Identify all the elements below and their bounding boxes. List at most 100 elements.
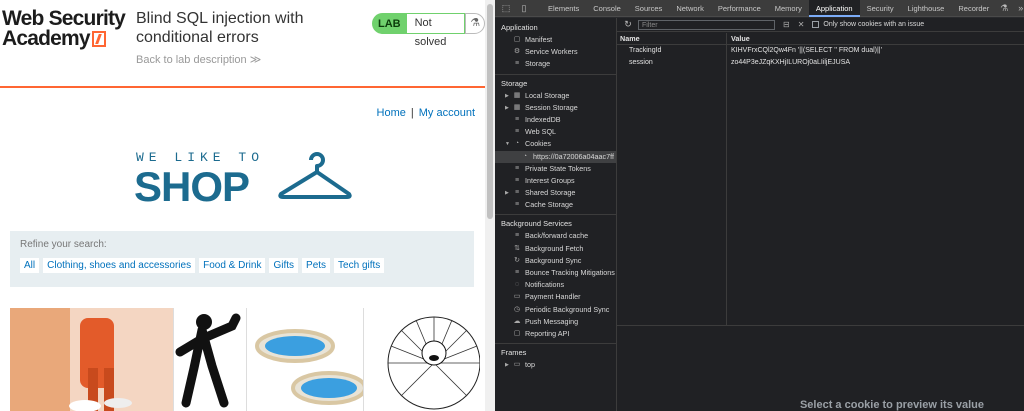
expand-arrow-icon[interactable]: ▶ [505,102,509,114]
flask-icon: ⚗ [465,13,485,34]
sidebar-item-frame-top[interactable]: ▶ ▭ top [495,359,616,371]
only-issues-checkbox[interactable] [812,21,820,28]
service-workers-label: Service Workers [525,47,578,57]
inspect-element-icon[interactable]: ⬚ [499,2,513,14]
tab-network[interactable]: Network [669,0,711,17]
sidebar-item-reporting-api[interactable]: ▢ Reporting API [495,328,616,340]
database-icon: ≡ [514,60,520,68]
product-image-1[interactable] [10,308,174,411]
product-grid [10,308,480,411]
product-image-2[interactable] [174,308,247,411]
more-tabs-icon[interactable]: » [1018,3,1023,13]
database-icon: ≡ [514,115,520,123]
sidebar-item-web-sql[interactable]: ≡ Web SQL [495,126,616,138]
delete-icon[interactable]: ✕ [798,20,805,29]
gear-icon: ⚙ [513,48,521,56]
filter-pets[interactable]: Pets [302,258,331,273]
column-value-header[interactable]: Value [727,33,750,44]
sidebar-item-push-messaging[interactable]: ☁ Push Messaging [495,316,616,328]
expand-arrow-icon[interactable]: ▶ [505,359,509,371]
page-scrollbar[interactable] [485,0,495,411]
cookie-icon: ◔ [522,152,528,160]
tab-memory[interactable]: Memory [768,0,809,17]
sidebar-item-indexeddb[interactable]: ≡ IndexedDB [495,114,616,126]
clock-icon: ◷ [513,305,521,313]
tab-recorder[interactable]: Recorder [951,0,996,17]
sidebar-item-bounce-tracking[interactable]: ≡ Bounce Tracking Mitigations [495,267,616,279]
academy-logo[interactable]: Web Security Academy [2,8,126,49]
sidebar-item-session-storage[interactable]: ▶ ▦ Session Storage [495,102,616,114]
table-header: Name Value [617,33,1024,45]
product-photo-2 [175,313,241,408]
column-name-header[interactable]: Name [617,33,727,44]
bounce-tracking-label: Bounce Tracking Mitigations [525,268,615,277]
lab-status: Not solved [406,13,466,48]
sidebar-item-interest-groups[interactable]: ≡ Interest Groups [495,175,616,187]
expand-arrow-icon[interactable]: ▶ [505,187,509,199]
sidebar-item-bfcache[interactable]: ≡ Back/forward cache [495,230,616,242]
sidebar-item-local-storage[interactable]: ▶ ▦ Local Storage [495,90,616,102]
nav-my-account-link[interactable]: My account [419,107,475,119]
cookie-filter-input[interactable]: Filter [638,19,775,30]
cookie-icon: ◔ [514,140,520,148]
sidebar-item-cache-storage[interactable]: ≡ Cache Storage [495,199,616,211]
tab-elements[interactable]: Elements [541,0,586,17]
database-icon: ≡ [514,128,520,136]
indexeddb-label: IndexedDB [525,114,561,124]
frame-icon: ▭ [513,361,521,369]
filter-all[interactable]: All [20,258,40,273]
sidebar-item-background-fetch[interactable]: ⇅ Background Fetch [495,243,616,255]
back-to-description-link[interactable]: Back to lab description ≫ [136,53,261,66]
product-photo-4 [387,316,480,410]
product-image-4[interactable] [364,308,480,411]
filter-food-drink[interactable]: Food & Drink [199,258,266,273]
cookie-name: session [629,59,653,66]
tab-performance[interactable]: Performance [711,0,768,17]
clear-filtered-icon[interactable]: ⊟ [783,20,790,29]
cookie-value: KIHVFrxCQl2Qw4Fn '||(SELECT '' FROM dual… [731,47,882,54]
sidebar-item-manifest[interactable]: ▢ Manifest [495,34,616,46]
nav-home-link[interactable]: Home [377,107,406,119]
session-storage-label: Session Storage [525,102,578,112]
scrollbar-thumb[interactable] [487,4,493,219]
filter-list: All Clothing, shoes and accessories Food… [20,258,464,273]
database-icon: ≡ [514,164,520,172]
filter-gifts[interactable]: Gifts [269,258,299,273]
sidebar-item-background-sync[interactable]: ↻ Background Sync [495,255,616,267]
devtools-tabbar: ⬚ ▯ Elements Console Sources Network Per… [495,0,1024,17]
refresh-icon[interactable]: ↻ [621,19,635,30]
file-icon: ▢ [513,36,521,43]
tab-application[interactable]: Application [808,0,860,17]
tab-sources[interactable]: Sources [628,0,670,17]
sidebar-item-notifications[interactable]: ◌ Notifications [495,279,616,291]
fetch-arrows-icon: ⇅ [514,244,520,252]
collapse-arrow-icon[interactable]: ▼ [505,138,510,150]
sidebar-item-service-workers[interactable]: ⚙ Service Workers [495,46,616,58]
filter-clothing[interactable]: Clothing, shoes and accessories [43,258,196,273]
tab-console[interactable]: Console [586,0,628,17]
cookies-table: Name Value TrackingId KIHVFrxCQl2Qw4Fn '… [617,33,1024,326]
sidebar-item-storage[interactable]: ≡ Storage [495,58,616,70]
sidebar-item-cookie-origin[interactable]: ◔ https://0a72006a04aac7ff [495,150,616,163]
sidebar-item-payment-handler[interactable]: ▭ Payment Handler [495,291,616,303]
table-row[interactable]: session zo44P3eJZqKXHjILUROj0aLIiljEJUSA [617,57,1024,69]
device-toolbar-icon[interactable]: ▯ [517,2,531,14]
tab-lighthouse[interactable]: Lighthouse [901,0,952,17]
sidebar-item-shared-storage[interactable]: ▶ ≡ Shared Storage [495,187,616,199]
sidebar-item-private-state-tokens[interactable]: ≡ Private State Tokens [495,163,616,175]
table-row[interactable]: TrackingId KIHVFrxCQl2Qw4Fn '||(SELECT '… [617,45,1024,57]
recorder-flask-icon: ⚗ [1000,2,1009,13]
divider [495,214,616,216]
sidebar-item-cookies[interactable]: ▼ ◔ Cookies [495,138,616,150]
cookie-value: zo44P3eJZqKXHjILUROj0aLIiljEJUSA [731,59,851,66]
push-messaging-label: Push Messaging [525,316,579,326]
sidebar-item-periodic-sync[interactable]: ◷ Periodic Background Sync [495,304,616,316]
cache-storage-label: Cache Storage [525,200,573,210]
filter-tech-gifts[interactable]: Tech gifts [334,258,385,273]
expand-arrow-icon[interactable]: ▶ [505,90,509,102]
cookie-name: TrackingId [629,47,662,54]
product-image-3[interactable] [247,308,364,411]
tab-security[interactable]: Security [860,0,901,17]
table-icon: ▦ [513,103,521,111]
section-frames: Frames [501,348,527,358]
